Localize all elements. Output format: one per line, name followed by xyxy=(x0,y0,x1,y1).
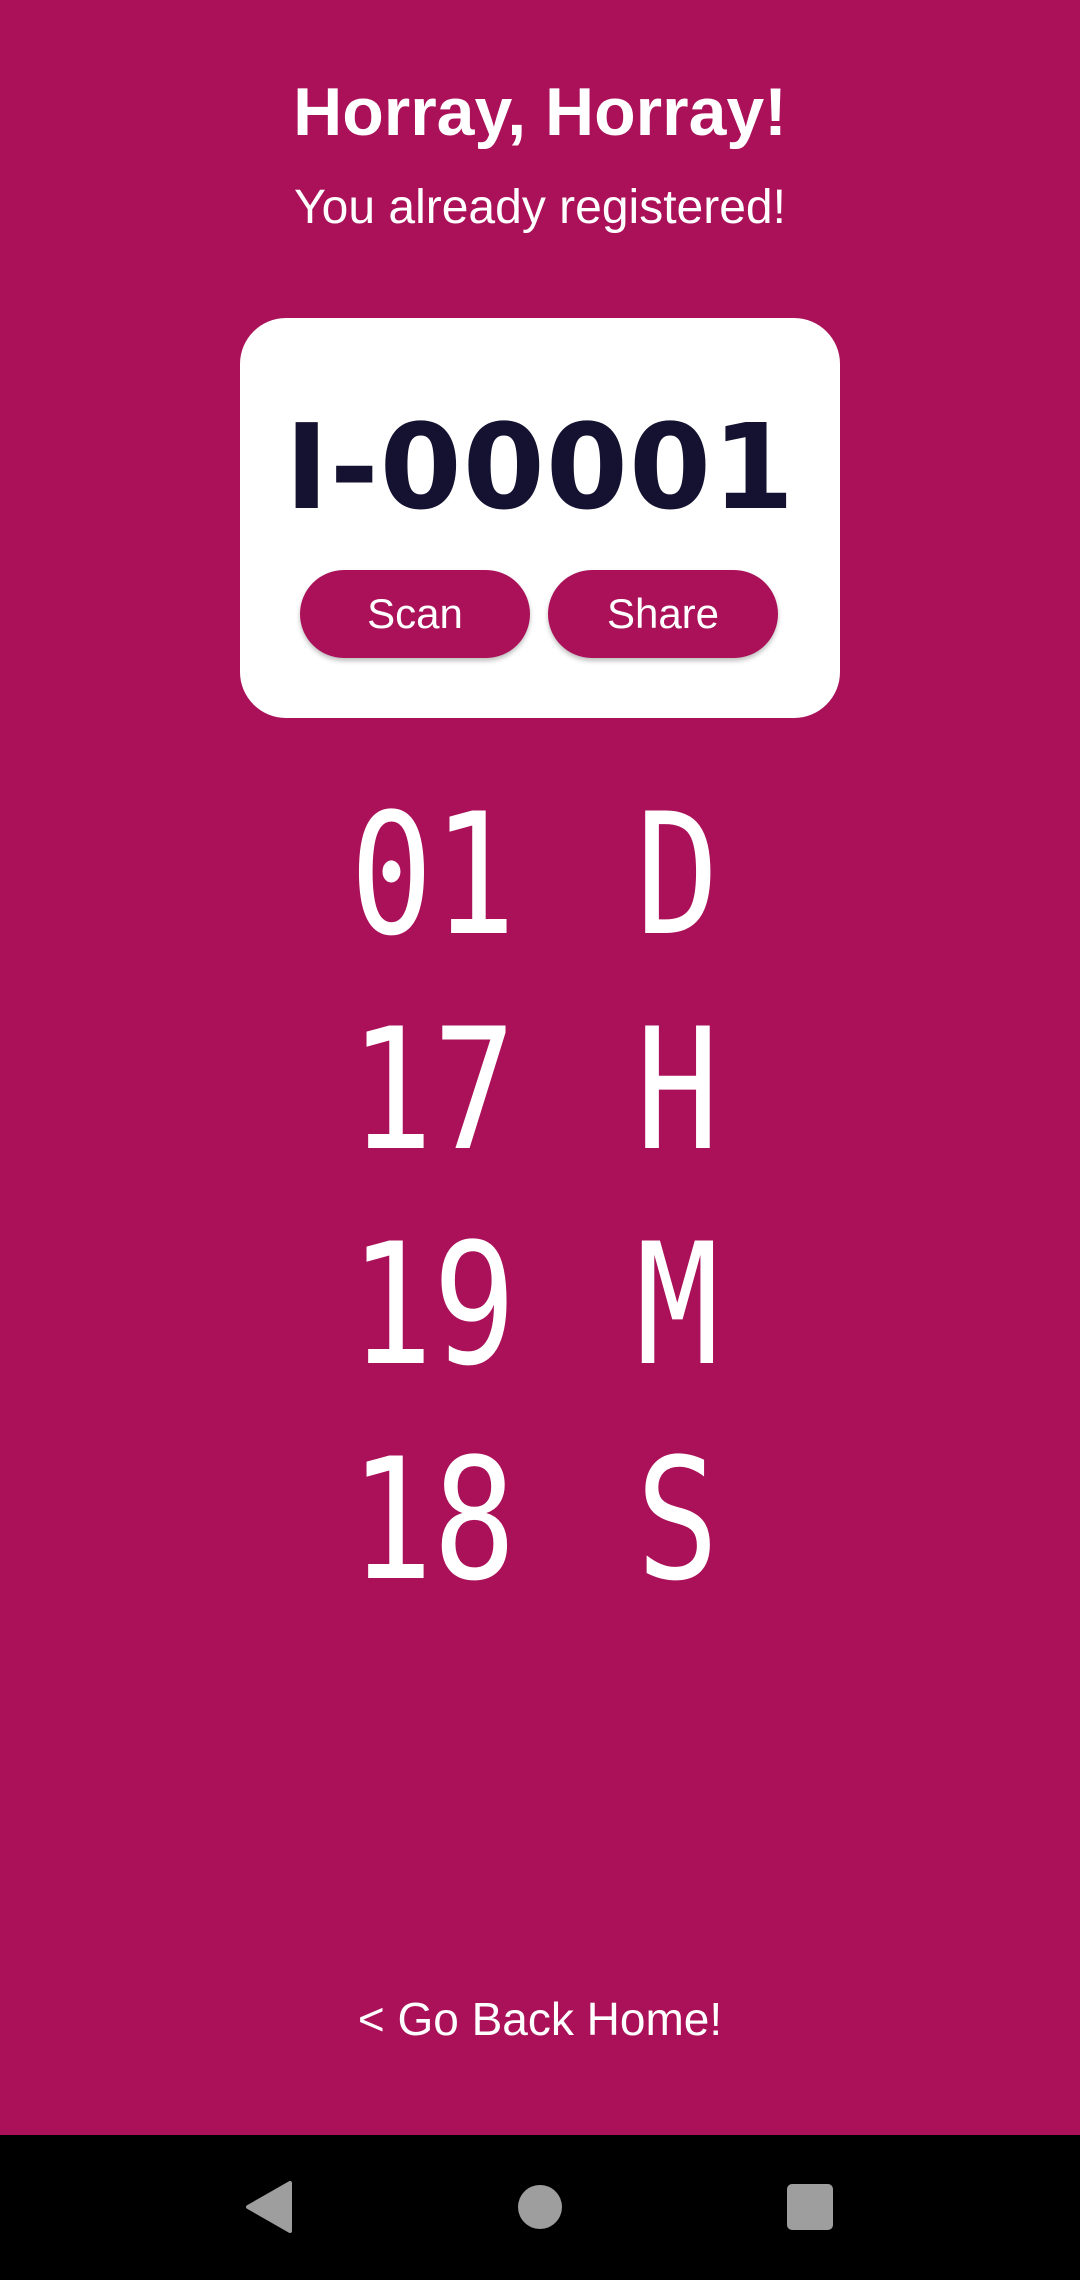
countdown-seconds-unit: S xyxy=(636,1422,719,1618)
countdown-days-value: 01 xyxy=(350,777,516,973)
recents-icon[interactable] xyxy=(774,2171,846,2243)
back-icon[interactable] xyxy=(234,2171,306,2243)
countdown-hours-unit: H xyxy=(636,992,719,1188)
countdown-days: 01 D xyxy=(0,790,1080,960)
countdown-days-unit: D xyxy=(636,777,719,973)
countdown-hours-value: 17 xyxy=(350,992,516,1188)
ticket-card: I-00001 Scan Share xyxy=(240,318,840,718)
countdown-hours: 17 H xyxy=(0,1005,1080,1175)
page-subtitle: You already registered! xyxy=(294,181,786,234)
countdown-minutes-unit: M xyxy=(636,1207,719,1403)
scan-button[interactable]: Scan xyxy=(300,570,530,658)
countdown-minutes: 19 M xyxy=(0,1220,1080,1390)
countdown-seconds-value: 18 xyxy=(350,1422,516,1618)
countdown-seconds: 18 S xyxy=(0,1435,1080,1605)
share-button[interactable]: Share xyxy=(548,570,778,658)
home-icon[interactable] xyxy=(504,2171,576,2243)
registration-screen: Horray, Horray! You already registered! … xyxy=(0,0,1080,2135)
ticket-id: I-00001 xyxy=(284,398,796,536)
page-title: Horray, Horray! xyxy=(293,74,787,150)
system-navigation-bar xyxy=(0,2135,1080,2280)
go-back-home-link[interactable]: < Go Back Home! xyxy=(0,1990,1080,2048)
countdown-minutes-value: 19 xyxy=(350,1207,516,1403)
